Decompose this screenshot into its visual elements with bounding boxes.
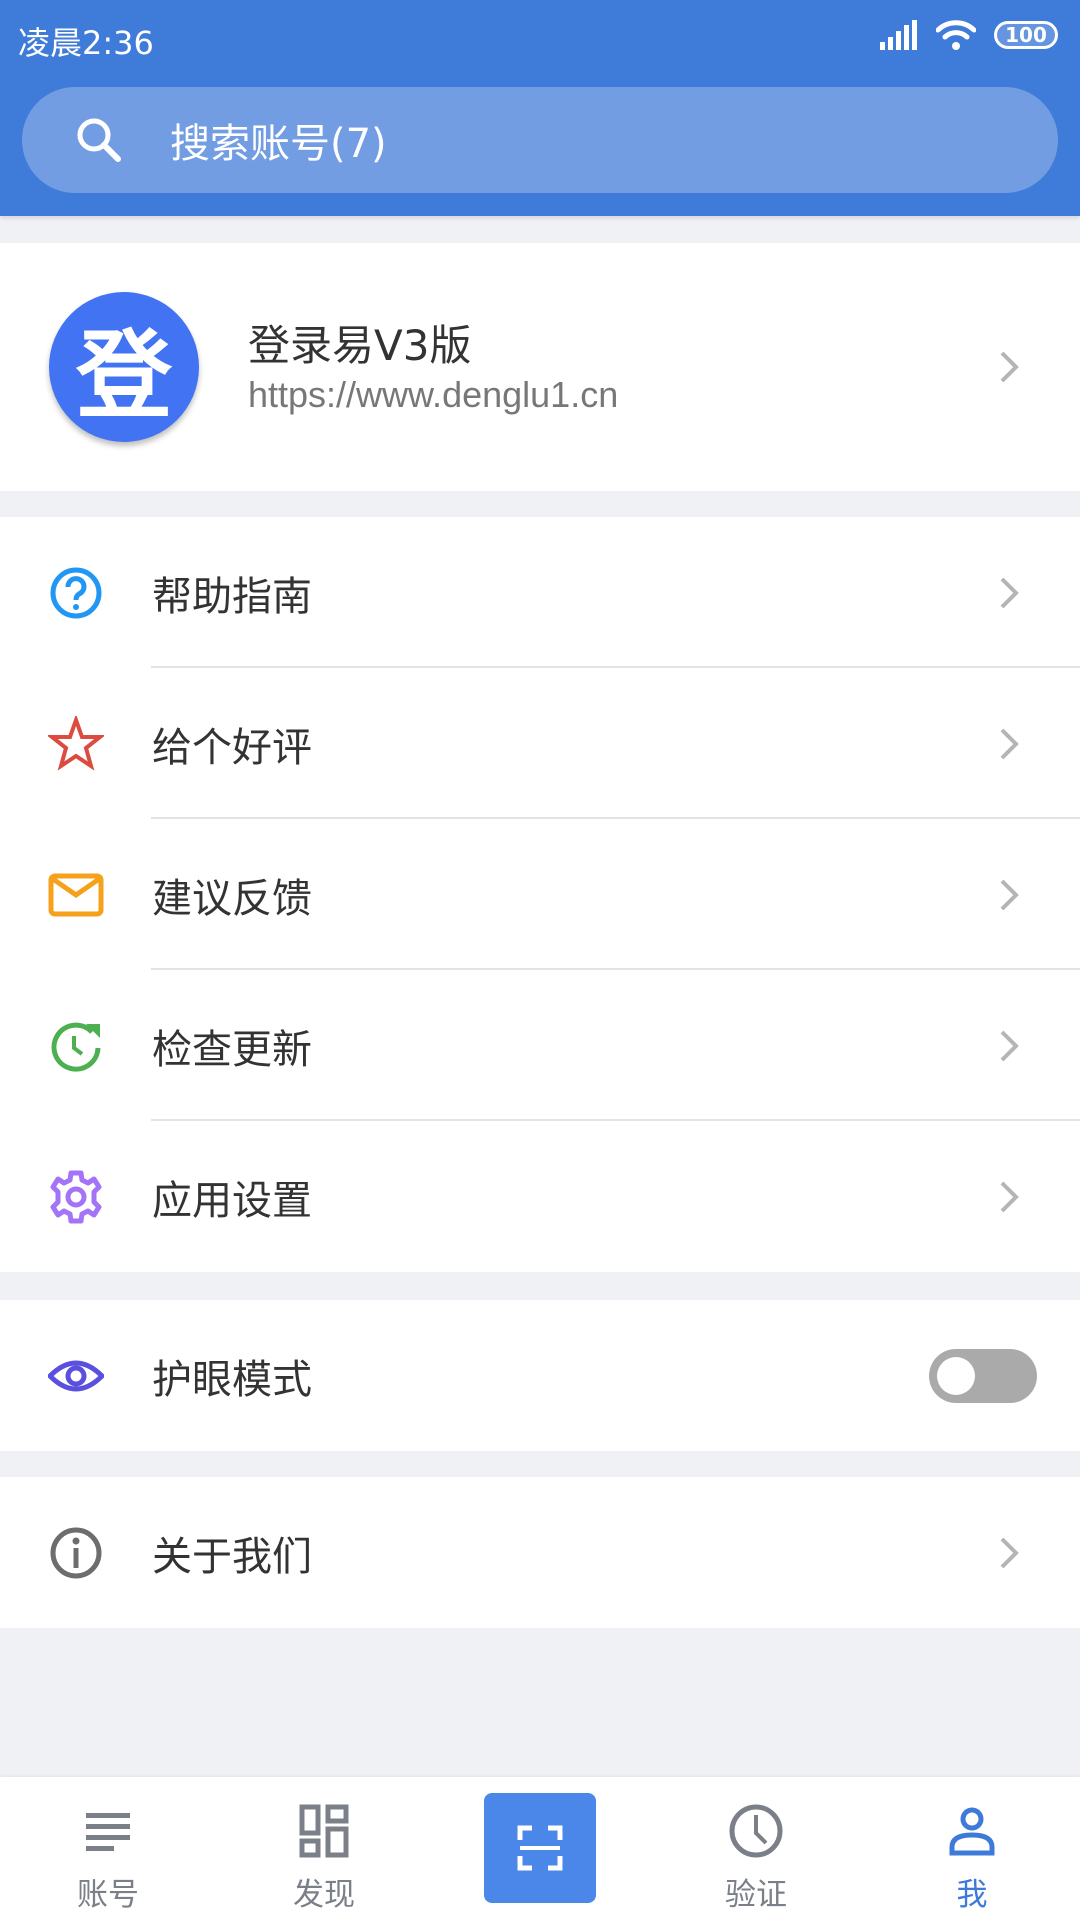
menu-item-feedback[interactable]: 建议反馈	[0, 819, 1080, 970]
tab-accounts[interactable]: 账号	[0, 1777, 216, 1920]
wifi-icon	[936, 20, 976, 50]
chevron-right-icon	[998, 1535, 1020, 1571]
menu-item-label: 给个好评	[152, 724, 312, 771]
help-circle-icon	[50, 567, 102, 618]
toggle-knob	[937, 1356, 975, 1395]
about-row[interactable]: 关于我们	[0, 1477, 1080, 1628]
profile-name: 登录易V3版	[248, 321, 472, 370]
menu-item-check-update[interactable]: 检查更新	[0, 970, 1080, 1121]
chevron-right-icon	[998, 349, 1020, 385]
tab-me[interactable]: 我	[864, 1777, 1080, 1920]
tab-label: 我	[956, 1877, 988, 1913]
eye-mode-item: 护眼模式	[0, 1300, 1080, 1451]
menu-item-about[interactable]: 关于我们	[0, 1477, 1080, 1628]
status-time: 凌晨2:36	[18, 24, 154, 62]
search-icon	[77, 118, 121, 162]
search-input[interactable]: 搜索账号(7)	[22, 87, 1058, 193]
battery-indicator: 100	[994, 21, 1058, 49]
chevron-right-icon	[998, 726, 1020, 762]
info-icon	[50, 1527, 102, 1578]
chevron-right-icon	[998, 877, 1020, 913]
status-bar: 凌晨2:36 100	[0, 0, 1080, 76]
menu-item-label: 应用设置	[152, 1177, 312, 1224]
gear-icon	[50, 1170, 102, 1223]
scan-button[interactable]	[484, 1793, 596, 1903]
grid-icon	[299, 1804, 349, 1858]
chevron-right-icon	[998, 575, 1020, 611]
eye-mode-row: 护眼模式	[0, 1300, 1080, 1451]
eye-mode-toggle[interactable]	[929, 1348, 1037, 1403]
eye-icon	[48, 1360, 104, 1391]
menu-list: 帮助指南 给个好评 建议反馈 检查更新 应用设置	[0, 517, 1080, 1272]
tab-discover[interactable]: 发现	[216, 1777, 432, 1920]
menu-item-help[interactable]: 帮助指南	[0, 517, 1080, 668]
avatar-logo: 登	[76, 319, 172, 432]
menu-item-label: 建议反馈	[152, 875, 312, 922]
tab-label: 验证	[725, 1877, 787, 1913]
avatar: 登	[49, 292, 199, 442]
menu-item-settings[interactable]: 应用设置	[0, 1121, 1080, 1272]
profile-url: https://www.denglu1.cn	[248, 374, 619, 415]
scan-icon	[517, 1825, 563, 1871]
about-label: 关于我们	[152, 1533, 312, 1580]
mail-icon	[48, 873, 104, 916]
chevron-right-icon	[998, 1028, 1020, 1064]
tab-label: 发现	[293, 1877, 355, 1913]
tab-verify[interactable]: 验证	[648, 1777, 864, 1920]
menu-item-label: 检查更新	[152, 1026, 312, 1073]
person-icon	[949, 1807, 995, 1856]
eye-mode-label: 护眼模式	[152, 1356, 312, 1403]
star-icon	[48, 715, 104, 771]
menu-item-rate[interactable]: 给个好评	[0, 668, 1080, 819]
menu-item-label: 帮助指南	[152, 573, 312, 620]
signal-icon	[880, 20, 917, 50]
clock-icon	[729, 1804, 783, 1858]
update-clock-icon	[51, 1022, 101, 1072]
chevron-right-icon	[998, 1179, 1020, 1215]
list-icon	[86, 1813, 130, 1851]
search-placeholder: 搜索账号(7)	[170, 121, 387, 167]
tab-label: 账号	[77, 1877, 139, 1913]
app-header: 凌晨2:36 100 搜索账号(7)	[0, 0, 1080, 216]
status-icons: 100	[880, 20, 1058, 50]
